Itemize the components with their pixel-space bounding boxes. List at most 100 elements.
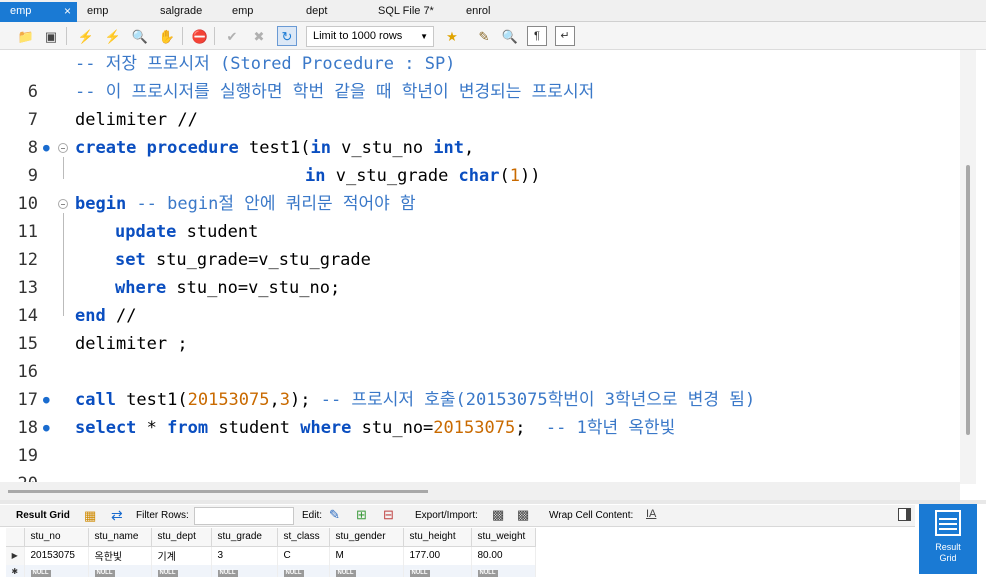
close-icon[interactable]: ×	[64, 2, 71, 21]
editor-tab-bar: emp × emp salgrade emp dept SQL File 7* …	[0, 0, 986, 22]
column-header[interactable]: st_class	[277, 528, 330, 547]
execute-lightning-icon[interactable]: ⚡	[76, 26, 96, 46]
result-table: stu_no stu_name stu_dept stu_grade st_cl…	[6, 528, 536, 577]
column-header[interactable]: stu_dept	[151, 528, 212, 547]
tab-emp-3[interactable]: emp	[222, 2, 302, 22]
limit-rows-select[interactable]: Limit to 1000 rows ▼	[306, 26, 434, 47]
result-grid-button-label: Result Grid	[919, 542, 977, 564]
result-grid-button-line2: Grid	[939, 553, 957, 563]
save-icon[interactable]: ▣	[41, 26, 61, 46]
panel-splitter[interactable]	[0, 500, 986, 504]
export-icon[interactable]: ▩	[492, 507, 504, 523]
table-cell: NULL	[88, 565, 152, 577]
toggle-side-panel-icon[interactable]	[898, 508, 911, 521]
fold-guide	[63, 157, 64, 179]
sql-editor[interactable]: 6 -- 저장 프로시저 (Stored Procedure : SP) 7 -…	[0, 50, 986, 494]
commit-check-icon[interactable]: ✔	[222, 26, 242, 46]
code-line: 14 where stu_no=v_stu_no;	[0, 274, 341, 326]
rollback-icon[interactable]: ✖	[249, 26, 269, 46]
toolbar-divider	[66, 27, 67, 45]
code-text: delimiter //	[75, 110, 198, 130]
table-cell[interactable]: M	[329, 546, 404, 565]
tab-label: SQL File 7*	[378, 5, 434, 17]
current-row-arrow-icon: ▶	[6, 546, 25, 565]
grid-table-icon	[935, 510, 961, 536]
column-header[interactable]: stu_grade	[211, 528, 278, 547]
code-line: 16 delimiter ;	[0, 330, 188, 382]
invisible-characters-icon[interactable]: ¶	[527, 26, 547, 46]
code-line: 13 set stu_grade=v_stu_grade	[0, 246, 371, 298]
column-header[interactable]: stu_no	[24, 528, 89, 547]
new-row[interactable]: ✱ NULL NULL NULL NULL NULL NULL NULL NUL…	[6, 565, 536, 577]
null-badge: NULL	[477, 569, 498, 577]
add-snippet-star-icon[interactable]: ★	[442, 26, 462, 46]
delete-row-icon[interactable]: ⊟	[383, 507, 394, 523]
toolbar-divider	[182, 27, 183, 45]
column-header[interactable]: stu_height	[403, 528, 472, 547]
code-text: -- 저장 프로시저 (Stored Procedure : SP)	[75, 54, 456, 74]
table-cell: NULL	[471, 565, 536, 577]
open-folder-icon[interactable]: 📁	[16, 26, 36, 46]
code-line: 12 update student	[0, 218, 259, 270]
table-cell[interactable]: 20153075	[24, 546, 89, 565]
refresh-icon[interactable]: ⇄	[111, 507, 123, 524]
null-badge: NULL	[335, 569, 356, 577]
scrollbar-thumb[interactable]	[8, 490, 428, 493]
result-grid-button[interactable]: Result Grid	[919, 504, 977, 574]
tab-label: emp	[10, 5, 32, 17]
table-cell[interactable]: C	[277, 546, 330, 565]
beautify-brush-icon[interactable]: ✎	[474, 26, 494, 46]
code-line: 10 in v_stu_grade char(1))	[0, 162, 541, 214]
tab-dept[interactable]: dept	[296, 2, 376, 22]
code-text: set stu_grade=v_stu_grade	[115, 250, 371, 270]
table-cell[interactable]: 177.00	[403, 546, 472, 565]
tab-salgrade[interactable]: salgrade	[150, 2, 230, 22]
execute-current-statement-icon[interactable]: ⚡	[103, 26, 123, 46]
column-header[interactable]: stu_gender	[329, 528, 404, 547]
statement-dot-icon: ●	[43, 393, 50, 406]
code-text: end //	[75, 306, 137, 326]
code-text: begin -- begin절 안에 쿼리문 적어야 함	[75, 194, 416, 214]
null-badge: NULL	[217, 569, 238, 577]
column-header[interactable]: stu_name	[88, 528, 152, 547]
code-text: update student	[115, 222, 259, 242]
toggle-stop-on-error-icon[interactable]: ⛔	[190, 26, 210, 46]
limit-rows-value: Limit to 1000 rows	[313, 30, 403, 42]
filter-rows-label: Filter Rows:	[136, 510, 189, 521]
column-header[interactable]: stu_weight	[471, 528, 536, 547]
tab-emp-2[interactable]: emp	[77, 2, 159, 22]
row-header-corner	[6, 528, 25, 547]
find-magnifier-icon[interactable]: 🔍	[500, 26, 520, 46]
stop-icon[interactable]: ✋	[157, 26, 177, 46]
autocommit-toggle-icon[interactable]: ↻	[277, 26, 297, 46]
wrap-text-icon[interactable]: IA	[646, 508, 656, 520]
null-badge: NULL	[283, 569, 304, 577]
table-row[interactable]: ▶ 20153075 옥한빛 기계 3 C M 177.00 80.00	[6, 546, 536, 565]
table-cell[interactable]: 옥한빛	[88, 546, 152, 565]
edit-row-icon[interactable]: ✎	[329, 507, 340, 523]
tab-sql-file-7[interactable]: SQL File 7*	[368, 2, 458, 22]
table-cell[interactable]: 3	[211, 546, 278, 565]
tab-label: emp	[87, 5, 109, 17]
chevron-down-icon: ▼	[420, 32, 428, 41]
fold-collapse-icon[interactable]	[58, 143, 68, 153]
table-cell: NULL	[403, 565, 472, 577]
add-row-icon[interactable]: ⊞	[356, 507, 367, 523]
scrollbar-thumb[interactable]	[966, 165, 970, 435]
word-wrap-icon[interactable]: ↵	[555, 26, 575, 46]
tab-label: enrol	[466, 5, 491, 17]
code-text: where stu_no=v_stu_no;	[115, 278, 341, 298]
grid-view-icon[interactable]: ▦	[84, 508, 96, 524]
code-line: 7 -- 이 프로시저를 실행하면 학번 같을 때 학년이 변경되는 프로시저	[0, 78, 594, 130]
table-cell[interactable]: 80.00	[471, 546, 536, 565]
tab-enrol[interactable]: enrol	[456, 2, 536, 22]
filter-rows-input[interactable]	[194, 507, 294, 525]
code-text: -- 이 프로시저를 실행하면 학번 같을 때 학년이 변경되는 프로시저	[75, 82, 595, 102]
tab-emp-active[interactable]: emp ×	[0, 2, 77, 22]
table-cell[interactable]: 기계	[151, 546, 212, 565]
code-text: in v_stu_grade char(1))	[305, 166, 541, 186]
import-icon[interactable]: ▩	[517, 507, 529, 523]
explain-magnifier-icon[interactable]: 🔍	[130, 26, 150, 46]
code-text: call test1(20153075,3); -- 프로시저 호출(20153…	[75, 390, 756, 410]
fold-collapse-icon[interactable]	[58, 199, 68, 209]
